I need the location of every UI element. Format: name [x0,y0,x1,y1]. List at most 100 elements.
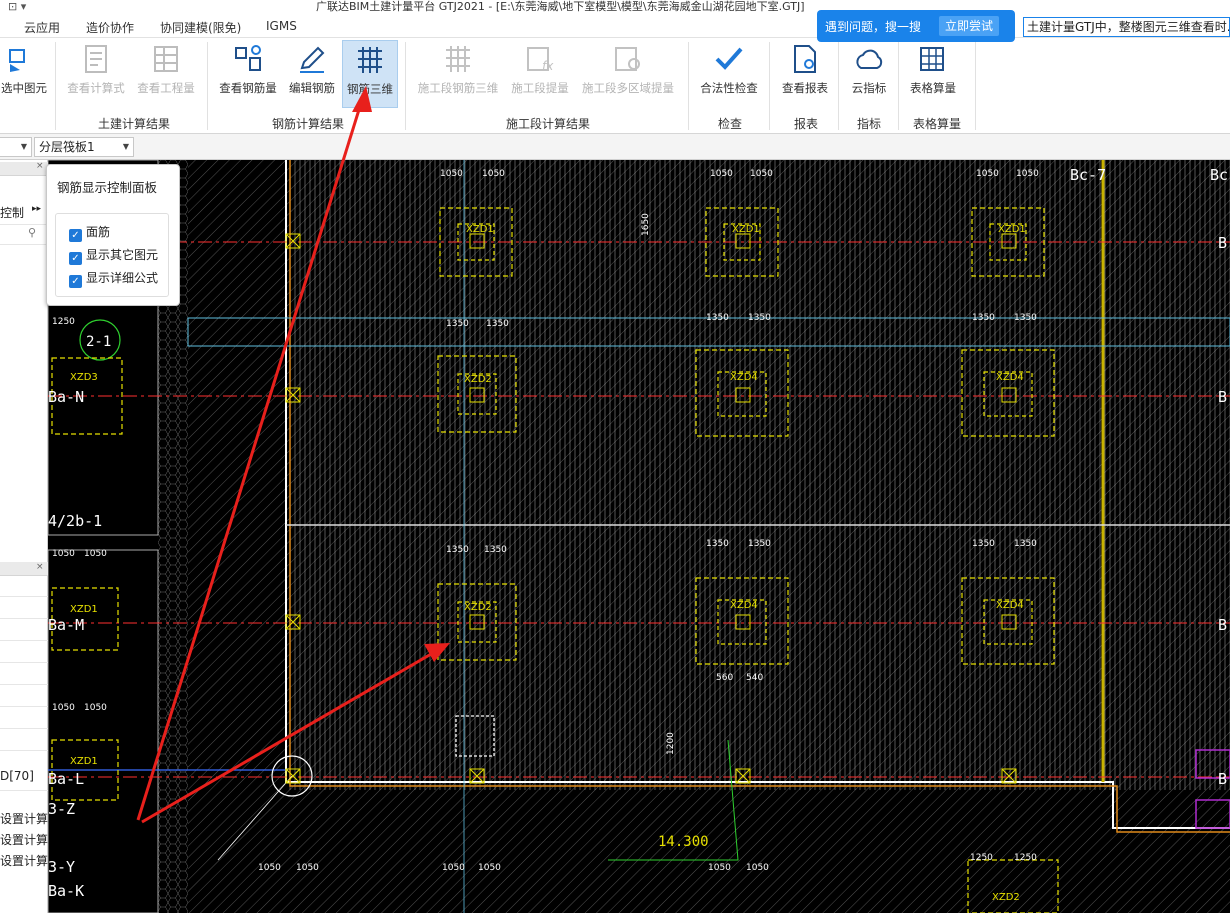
dim-label: 1350 [972,313,995,323]
option-show-other-elements[interactable]: ✓ 显示其它图元 [69,246,158,265]
app-window: ⊡ ▾ 广联达BIM土建计量平台 GTJ2021 - [E:\东莞海威\地下室模… [0,0,1230,913]
select-element-button[interactable]: 选中图元 [0,40,48,108]
rebar-display-control-panel: 钢筋显示控制面板 ✓ 面筋 ✓ 显示其它图元 ✓ 显示详细公式 [46,164,180,306]
cap-label: XZD4 [996,372,1024,383]
dim-label: 1050 [440,169,463,179]
close-icon[interactable]: × [36,562,44,572]
rebar-3d-button[interactable]: 钢筋三维 [342,40,398,108]
setting-calc-3[interactable]: 设置计算 [0,852,48,869]
axis-label-bc7: Bc-7 [1070,166,1106,184]
setting-calc-2[interactable]: 设置计算 [0,831,48,848]
checkbox-checked-icon[interactable]: ✓ [69,275,82,288]
axis-label-ba-k: Ba-K [48,882,84,900]
dim-label: 1350 [972,539,995,549]
formula-icon [85,45,107,73]
cap-label: XZD4 [730,372,758,383]
stage-extract-button[interactable]: fx 施工段提量 [506,40,574,108]
cap-label: XZD2 [464,602,492,613]
menu-collab-modeling[interactable]: 协同建模(限免) [160,19,241,36]
cap-label: XZD4 [730,600,758,611]
cap-label: XZD2 [464,374,492,385]
panel-control-label: 控制 [0,206,25,220]
axis-label-b: B [1218,770,1227,788]
drawing-canvas[interactable]: 2-1 14.300 XZD1 1050 1050 XZD1 1050 1050 [48,160,1230,913]
axis-label-ba-m: Ba-M [48,616,84,634]
table-calc-button[interactable]: 表格算量 [904,40,962,108]
axis-label-b: B [1218,388,1227,406]
dim-label: 1050 [708,863,731,873]
cap-label: XZD1 [70,604,98,615]
pile-cap[interactable]: XZD1 1050 1050 [51,549,119,651]
edit-rebar-button[interactable]: 编辑钢筋 [283,40,341,108]
rebar-qty-icon [235,45,261,71]
view-formula-button[interactable]: 查看计算式 [62,40,130,108]
stage-rebar-icon [446,46,470,72]
menu-cost-collab[interactable]: 造价协作 [86,19,134,36]
floor-combo[interactable]: ▼ [0,137,32,157]
cap-label: XZD1 [70,756,98,767]
checkbox-checked-icon[interactable]: ✓ [69,229,82,242]
dim-label: 1050 [258,863,281,873]
dim-label: 1350 [446,319,469,329]
stage-rebar-3d-button[interactable]: 施工段钢筋三维 [412,40,504,108]
group-table-calc: 表格算量 [913,117,962,131]
try-now-button[interactable]: 立即尝试 [939,16,1000,36]
dim-label: 1350 [706,313,729,323]
axis-label-bc: Bc [1210,166,1228,184]
dim-label: 1050 [84,703,107,713]
dim-label: 1050 [750,169,773,179]
dim-label: 1350 [706,539,729,549]
group-check: 检查 [718,117,743,131]
axis-label-3-y: 3-Y [48,858,75,876]
help-search-input[interactable]: 土建计量GTJ中，整楼图元三维查看时... [1023,17,1230,37]
legal-check-button[interactable]: 合法性检查 [694,40,764,108]
option-top-rebar[interactable]: ✓ 面筋 [69,223,110,242]
group-civil-results: 土建计算结果 [98,117,171,131]
view-quantity-button[interactable]: 查看工程量 [132,40,200,108]
group-stage-results: 施工段计算结果 [506,117,591,131]
search-icon[interactable]: ⚲ [28,226,36,239]
setting-calc-1[interactable]: 设置计算 [0,810,48,827]
elevation-label: 14.300 [658,834,709,850]
cap-label: XZD1 [466,224,494,235]
group-index: 指标 [857,117,882,131]
axis-label-4-2b-1: 4/2b-1 [48,512,102,530]
cloud-icon [856,49,883,69]
select-icon [9,49,25,72]
dim-label: 560 [716,673,733,683]
dim-label: 1050 [52,549,75,559]
check-icon [715,47,743,70]
quick-access-icon[interactable]: ⊡ ▾ [8,0,26,14]
property-value-70: D[70] [0,769,34,783]
view-rebar-qty-button[interactable]: 查看钢筋量 [214,40,282,108]
view-report-button[interactable]: 查看报表 [776,40,834,108]
checkbox-checked-icon[interactable]: ✓ [69,252,82,265]
dim-label: 1250 [52,317,75,327]
option-show-detailed-formula[interactable]: ✓ 显示详细公式 [69,269,158,288]
dim-label: 1050 [1016,169,1039,179]
axis-label-ba-l: Ba-L [48,770,84,788]
cap-label: XZD1 [732,224,760,235]
svg-text:fx: fx [542,59,554,73]
dim-label: 1350 [484,545,507,555]
panel-title: 钢筋显示控制面板 [57,180,158,195]
axis-label-b: B [1218,234,1227,252]
stage-extract-icon: fx [527,47,554,73]
axis-label-3-z: 3-Z [48,800,75,818]
dim-label: 1050 [84,549,107,559]
dim-label: 1350 [486,319,509,329]
rebar-3d-icon [358,47,382,73]
dim-label: 1050 [442,863,465,873]
stage-multi-extract-button[interactable]: 施工段多区域提量 [576,40,680,108]
menu-igms[interactable]: IGMS [266,19,297,33]
cap-label: XZD2 [992,892,1020,903]
menu-cloud-app[interactable]: 云应用 [24,19,60,36]
layer-combo[interactable]: 分层筏板1 ▼ [34,137,134,157]
pencil-icon [300,46,325,73]
dim-label: 540 [746,673,763,683]
expand-icon[interactable]: ▸▸ [32,204,41,214]
dim-label: 1050 [478,863,501,873]
close-icon[interactable]: × [36,161,44,171]
cloud-index-button[interactable]: 云指标 [844,40,894,108]
dim-label: 1050 [482,169,505,179]
